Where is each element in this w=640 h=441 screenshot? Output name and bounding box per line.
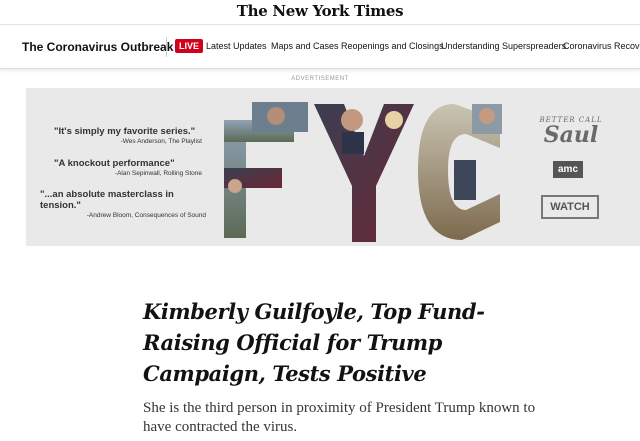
masthead: The New York Times (0, 0, 640, 25)
nyt-logo[interactable]: The New York Times (237, 2, 404, 20)
ad-quote: "A knockout performance" -Alan Sepinwall… (54, 158, 202, 177)
watch-button[interactable]: WATCH (541, 195, 599, 219)
amc-network-logo: amc (553, 161, 583, 178)
quote-attribution: -Wes Anderson, The Playlist (120, 138, 202, 145)
fyc-letter-y (314, 104, 414, 242)
fyc-collage (224, 102, 502, 242)
show-title-main: Saul (543, 122, 599, 148)
live-badge[interactable]: LIVE (175, 39, 204, 53)
ad-quote: "...an absolute masterclass in tension."… (40, 189, 206, 219)
quote-attribution: -Andrew Bloom, Consequences of Sound (86, 212, 206, 219)
ad-quote: "It's simply my favorite series." -Wes A… (54, 126, 202, 145)
coronavirus-nav-bar: The Coronavirus Outbreak › LIVE Latest U… (0, 25, 640, 69)
quote-text: "...an absolute masterclass in tension." (40, 189, 174, 211)
fyc-letter-c (418, 104, 502, 240)
fyc-letter-f (224, 120, 294, 238)
nav-link-superspreaders[interactable]: Understanding Superspreaders (441, 41, 566, 51)
nav-link-reopenings[interactable]: Reopenings and Closings (341, 41, 444, 51)
quote-text: "A knockout performance" (54, 158, 175, 169)
nav-divider (166, 37, 167, 57)
nav-link-recovery[interactable]: Coronavirus Recovery (563, 41, 640, 51)
nav-link-latest-updates[interactable]: Latest Updates (206, 41, 267, 51)
advertisement-banner[interactable]: "It's simply my favorite series." -Wes A… (26, 88, 640, 246)
article-summary: She is the third person in proximity of … (143, 400, 536, 435)
quote-attribution: -Alan Sepinwall, Rolling Stone (114, 170, 202, 177)
section-title-link[interactable]: The Coronavirus Outbreak › (22, 40, 181, 54)
article-headline[interactable]: Kimberly Guilfoyle, Top Fund-Raising Off… (143, 296, 543, 389)
advertisement-label: ADVERTISEMENT (291, 76, 349, 82)
better-call-saul-logo[interactable]: BETTER CALL Saul (521, 116, 621, 146)
ad-face (267, 107, 285, 125)
quote-text: "It's simply my favorite series." (54, 126, 196, 137)
nav-link-maps-and-cases[interactable]: Maps and Cases (271, 41, 339, 51)
